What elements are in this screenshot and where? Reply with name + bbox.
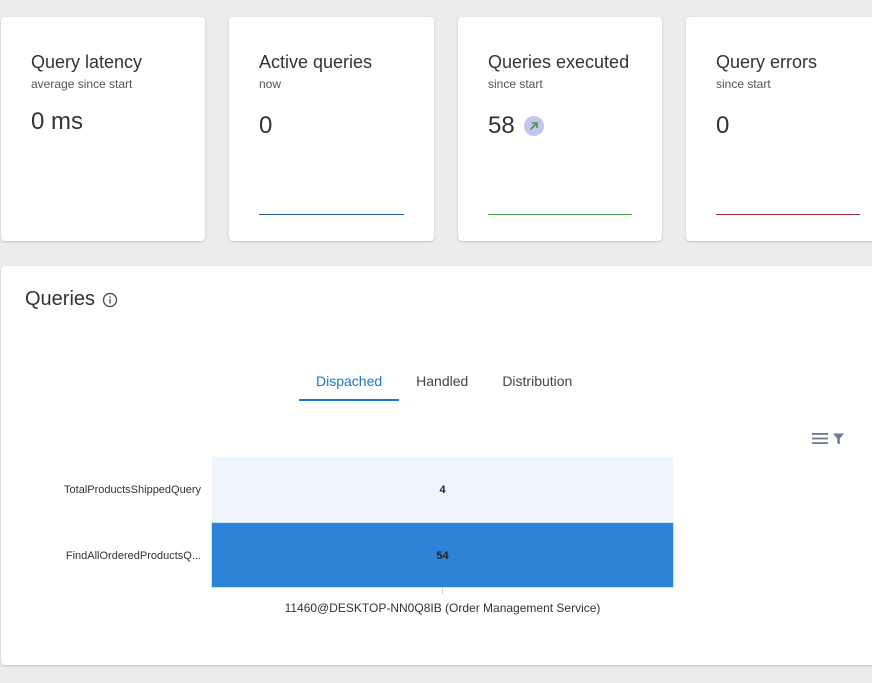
card-subtitle: now <box>259 77 282 91</box>
card-value: 0 ms <box>31 108 83 136</box>
query-latency-card: Query latency average since start 0 ms <box>1 17 205 241</box>
queries-panel: Queries Dispached Handled Distribution T… <box>1 266 872 665</box>
info-icon[interactable] <box>102 292 118 308</box>
filter-icon[interactable] <box>833 433 844 445</box>
sparkline <box>716 214 860 215</box>
query-tabs: Dispached Handled Distribution <box>299 366 589 401</box>
sparkline <box>259 214 404 215</box>
chart-toolbar <box>812 432 844 445</box>
trend-up-icon <box>523 116 544 136</box>
y-axis-label: FindAllOrderedProductsQ... <box>66 550 201 562</box>
card-title: Query latency <box>31 52 143 72</box>
card-value: 0 <box>716 112 729 140</box>
card-subtitle: since start <box>716 77 771 91</box>
card-subtitle: since start <box>488 77 543 91</box>
tab-handled[interactable]: Handled <box>399 366 485 401</box>
heatmap-cell-value: 4 <box>439 484 446 496</box>
card-subtitle: average since start <box>31 77 133 91</box>
card-title: Active queries <box>259 52 373 72</box>
panel-title: Queries <box>25 288 118 311</box>
query-errors-card: Query errors since start 0 <box>686 17 872 241</box>
x-axis-label: 11460@DESKTOP-NN0Q8IB (Order Management … <box>285 601 601 615</box>
menu-icon[interactable] <box>812 432 829 445</box>
card-title: Query errors <box>716 52 818 72</box>
card-title: Queries executed <box>488 52 630 72</box>
tab-dispached[interactable]: Dispached <box>299 366 400 401</box>
card-value: 0 <box>259 112 272 140</box>
value-text: 58 <box>488 112 515 139</box>
active-queries-card: Active queries now 0 <box>229 17 434 241</box>
panel-title-text: Queries <box>25 288 96 310</box>
tab-distribution[interactable]: Distribution <box>485 366 589 401</box>
value-text: 0 ms <box>31 108 84 135</box>
heatmap-cell-value: 54 <box>436 550 449 562</box>
card-value: 58 <box>488 112 544 140</box>
sparkline <box>488 214 632 215</box>
dispatched-heatmap: TotalProductsShippedQuery 4 FindAllOrdered… <box>64 455 675 615</box>
queries-executed-card: Queries executed since start 58 <box>458 17 662 241</box>
value-text: 0 <box>259 112 273 139</box>
value-text: 0 <box>716 112 730 139</box>
y-axis-label: TotalProductsShippedQuery <box>64 484 201 496</box>
